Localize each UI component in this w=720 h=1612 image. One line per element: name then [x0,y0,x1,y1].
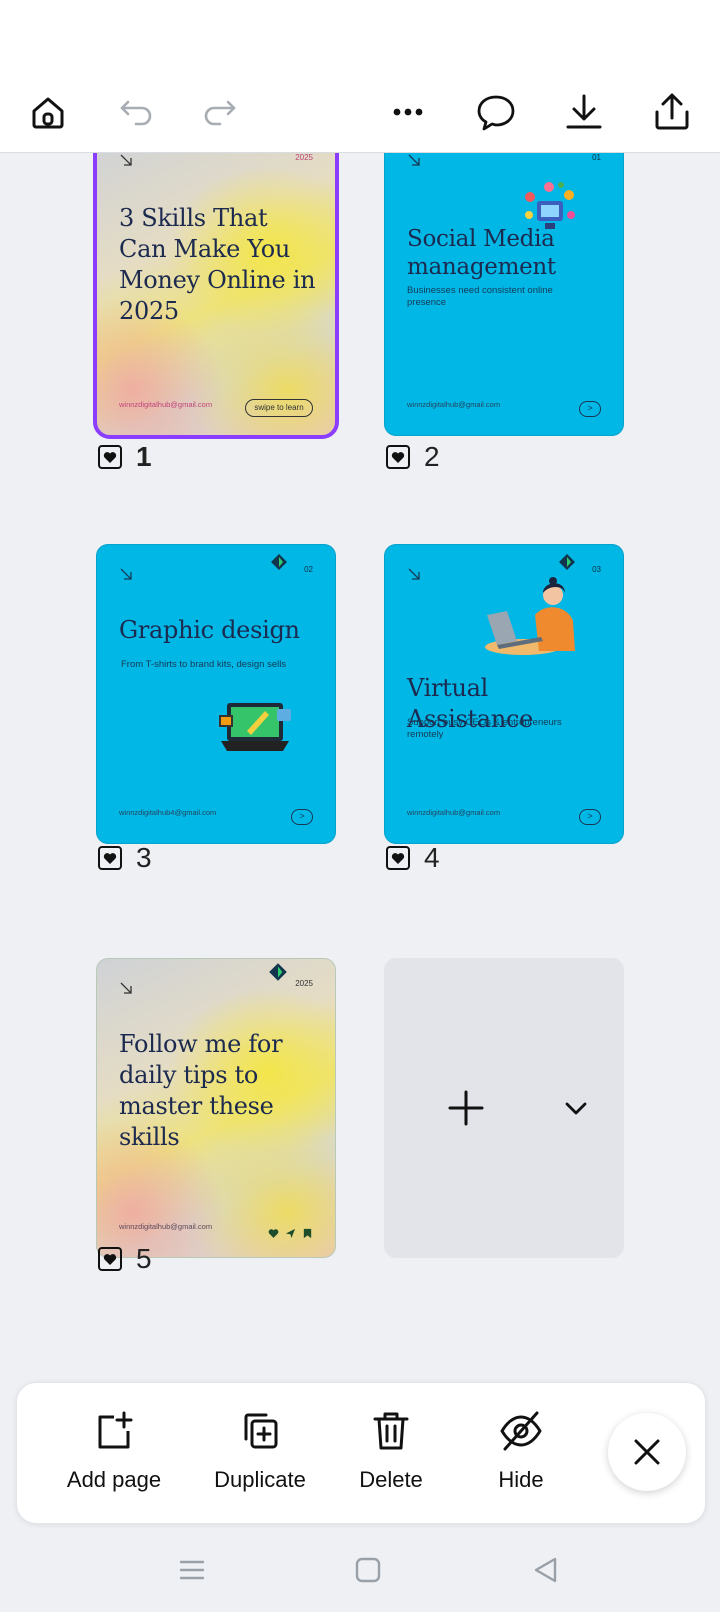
add-page-label: Add page [66,1467,162,1492]
page-title: Social Media management [407,226,556,280]
delete-label: Delete [359,1467,423,1492]
download-button[interactable] [556,84,612,140]
email-text: winnzdigitalhub@gmail.com [119,1222,213,1231]
add-page-button[interactable]: Add page [49,1409,179,1493]
email-text: winnzdigitalhub@gmail.com [407,808,501,817]
heart-icon [98,846,122,870]
page-title: Follow me for daily tips to master these… [119,1030,283,1151]
trash-icon [373,1412,409,1450]
close-icon [634,1439,660,1465]
more-icon [393,108,423,116]
email-text: winnzdigitalhub4@gmail.com [119,808,217,817]
laptop-design-illustration-icon [219,703,291,751]
page-subtitle: Businesses need consistent online presen… [407,285,553,308]
page-label-1: 1 [98,441,152,473]
plus-icon[interactable] [444,1086,488,1130]
page-thumbnail-5[interactable]: 2025 Follow me for daily tips to master … [96,958,336,1258]
system-nav-bar [0,1532,720,1612]
social-icons [268,1226,313,1239]
heart-icon [386,846,410,870]
close-button[interactable] [608,1413,686,1491]
menu-icon[interactable] [176,1554,208,1586]
chevron-down-icon[interactable] [562,1094,590,1122]
undo-icon [120,100,152,126]
top-toolbar [0,70,720,153]
heart-icon [268,1226,279,1238]
home-square-icon[interactable] [352,1554,384,1586]
page-tag: 2025 [295,153,313,162]
arrow-down-right-icon [408,154,420,166]
more-options-button[interactable] [380,84,436,140]
undo-button[interactable] [108,84,164,140]
share-icon [655,93,689,130]
download-icon [566,94,602,129]
page-thumbnail-2[interactable]: 01 Social Media management Businesses ne… [384,152,624,436]
arrow-down-right-icon [120,568,132,580]
page-number: 5 [136,1243,152,1274]
arrow-down-right-icon [120,982,132,994]
page-tag: 03 [592,565,601,574]
share-button[interactable] [644,84,700,140]
page-label-2: 2 [386,441,440,473]
bookmark-icon [302,1226,313,1239]
add-page-icon [98,1411,133,1449]
status-bar [0,0,720,70]
page-tag: 2025 [295,979,313,988]
heart-icon [386,445,410,469]
home-button[interactable] [20,84,76,140]
heart-icon [98,445,122,469]
email-text: winnzdigitalhub@gmail.com [119,400,213,409]
delete-button[interactable]: Delete [331,1409,451,1493]
page-number: 4 [424,842,440,873]
send-icon [285,1226,296,1239]
page-title: 3 Skills That Can Make You Money Online … [119,204,316,325]
hide-button[interactable]: Hide [471,1409,571,1493]
comment-button[interactable] [468,84,524,140]
page-thumbnail-3[interactable]: 02 Graphic design From T-shirts to brand… [96,544,336,844]
page-tag: 02 [304,565,313,574]
page-number: 1 [136,441,152,472]
page-grid: 2025 3 Skills That Can Make You Money On… [0,152,720,1382]
home-icon [32,97,64,129]
page-subtitle: From T-shirts to brand kits, design sell… [121,659,287,670]
add-page-tile[interactable] [384,958,624,1258]
woman-at-laptop-illustration-icon [485,577,575,655]
page-label-3: 3 [98,842,152,874]
eye-slash-icon [500,1411,542,1451]
next-arrow-pill: > [579,809,601,825]
next-arrow-pill: > [291,809,313,825]
page-subtitle: Support busy CEOs & entrepreneurs remote… [407,717,562,740]
page-label-5: 5 [98,1243,152,1275]
duplicate-label: Duplicate [214,1467,306,1492]
brand-logo-icon [269,963,287,981]
page-number: 3 [136,842,152,873]
comment-icon [477,95,515,131]
redo-icon [204,100,236,126]
heart-icon [98,1247,122,1271]
brand-logo-icon [271,554,287,570]
page-tag: 01 [592,153,601,162]
swipe-pill: swipe to learn [245,399,313,417]
redo-button[interactable] [192,84,248,140]
page-label-4: 4 [386,842,440,874]
next-arrow-pill: > [579,401,601,417]
page-actions-bar: Add page Duplicate Delete Hide [16,1382,706,1524]
page-thumbnail-4[interactable]: 03 Virtual Assistance Support busy CEOs … [384,544,624,844]
brand-logo-icon [559,554,575,570]
arrow-down-right-icon [408,568,420,580]
arrow-down-right-icon [120,154,132,166]
duplicate-icon [244,1413,278,1449]
email-text: winnzdigitalhub@gmail.com [407,400,501,409]
page-thumbnail-1[interactable]: 2025 3 Skills That Can Make You Money On… [93,152,339,439]
back-triangle-icon[interactable] [530,1554,562,1586]
page-title: Graphic design [119,616,300,644]
duplicate-button[interactable]: Duplicate [185,1409,335,1493]
hide-label: Hide [498,1467,544,1492]
page-number: 2 [424,441,440,472]
